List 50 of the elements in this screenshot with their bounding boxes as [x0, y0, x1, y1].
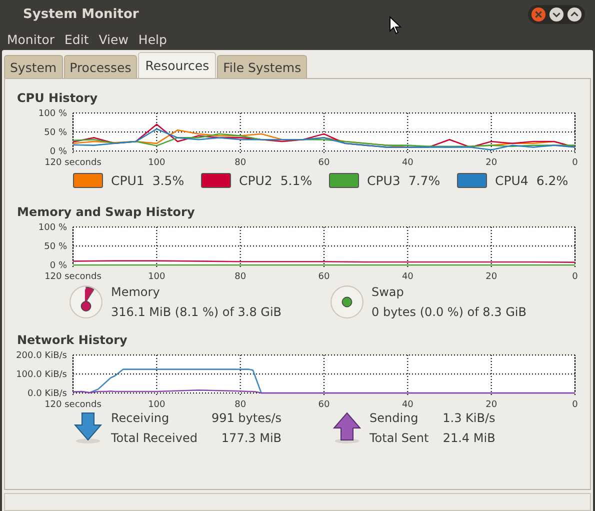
section-title: Network History	[17, 332, 128, 347]
y-tick-label: 50 %	[44, 128, 67, 138]
meter-label: Swap	[372, 284, 405, 299]
cpu-usage-label: CPU1 3.5%	[111, 173, 184, 188]
y-tick-label: 0 %	[50, 260, 67, 271]
cpu-usage-label: CPU2 5.1%	[239, 173, 312, 188]
x-tick-label: 120 seconds	[44, 272, 102, 281]
y-tick-label: 0.0 KiB/s	[28, 388, 67, 399]
meter-value: 316.1 MiB (8.1 %) of 3.8 GiB	[111, 304, 282, 319]
x-tick-label: 40	[402, 272, 414, 281]
y-tick-label: 100 %	[38, 108, 67, 119]
x-tick-label: 80	[234, 272, 246, 281]
x-tick-label: 80	[234, 400, 246, 409]
total-label: Total Received	[111, 430, 198, 445]
x-tick-label: 0	[572, 158, 578, 167]
y-tick-label: 0 %	[50, 146, 67, 157]
y-tick-label: 50 %	[44, 242, 67, 252]
total-value: 21.4 MiB	[442, 430, 496, 445]
section-title: CPU History	[17, 90, 99, 105]
x-tick-label: 120 seconds	[44, 400, 102, 409]
rate-value: 1.3 KiB/s	[442, 410, 496, 425]
x-tick-label: 0	[572, 272, 578, 281]
x-tick-label: 100	[148, 400, 166, 409]
y-tick-label: 100 %	[38, 222, 67, 233]
x-tick-label: 60	[318, 400, 330, 409]
meter-value: 0 bytes (0.0 %) of 8.3 GiB	[372, 304, 526, 319]
total-label: Total Sent	[370, 430, 429, 445]
x-tick-label: 100	[148, 272, 166, 281]
x-tick-label: 0	[572, 400, 578, 409]
cpu-usage-label: CPU3 7.7%	[367, 173, 440, 188]
x-tick-label: 20	[486, 400, 498, 409]
section-title: Memory and Swap History	[17, 204, 196, 219]
y-tick-label: 100.0 KiB/s	[16, 370, 67, 380]
x-tick-label: 120 seconds	[44, 158, 102, 167]
x-tick-label: 100	[148, 158, 166, 167]
rate-label: Sending	[370, 410, 420, 425]
x-tick-label: 60	[318, 272, 330, 281]
y-tick-label: 200.0 KiB/s	[16, 350, 67, 361]
x-tick-label: 20	[486, 272, 498, 281]
x-tick-label: 40	[402, 158, 414, 167]
x-tick-label: 20	[486, 158, 498, 167]
rate-value: 991 bytes/s	[211, 410, 282, 425]
cpu-usage-label: CPU4 6.2%	[495, 173, 568, 188]
x-tick-label: 40	[402, 400, 414, 409]
meter-label: Memory	[111, 284, 161, 299]
x-tick-label: 60	[318, 158, 330, 167]
rate-label: Receiving	[111, 410, 170, 425]
total-value: 177.3 MiB	[220, 430, 282, 445]
x-tick-label: 80	[234, 158, 246, 167]
window-title: System Monitor	[23, 6, 140, 22]
